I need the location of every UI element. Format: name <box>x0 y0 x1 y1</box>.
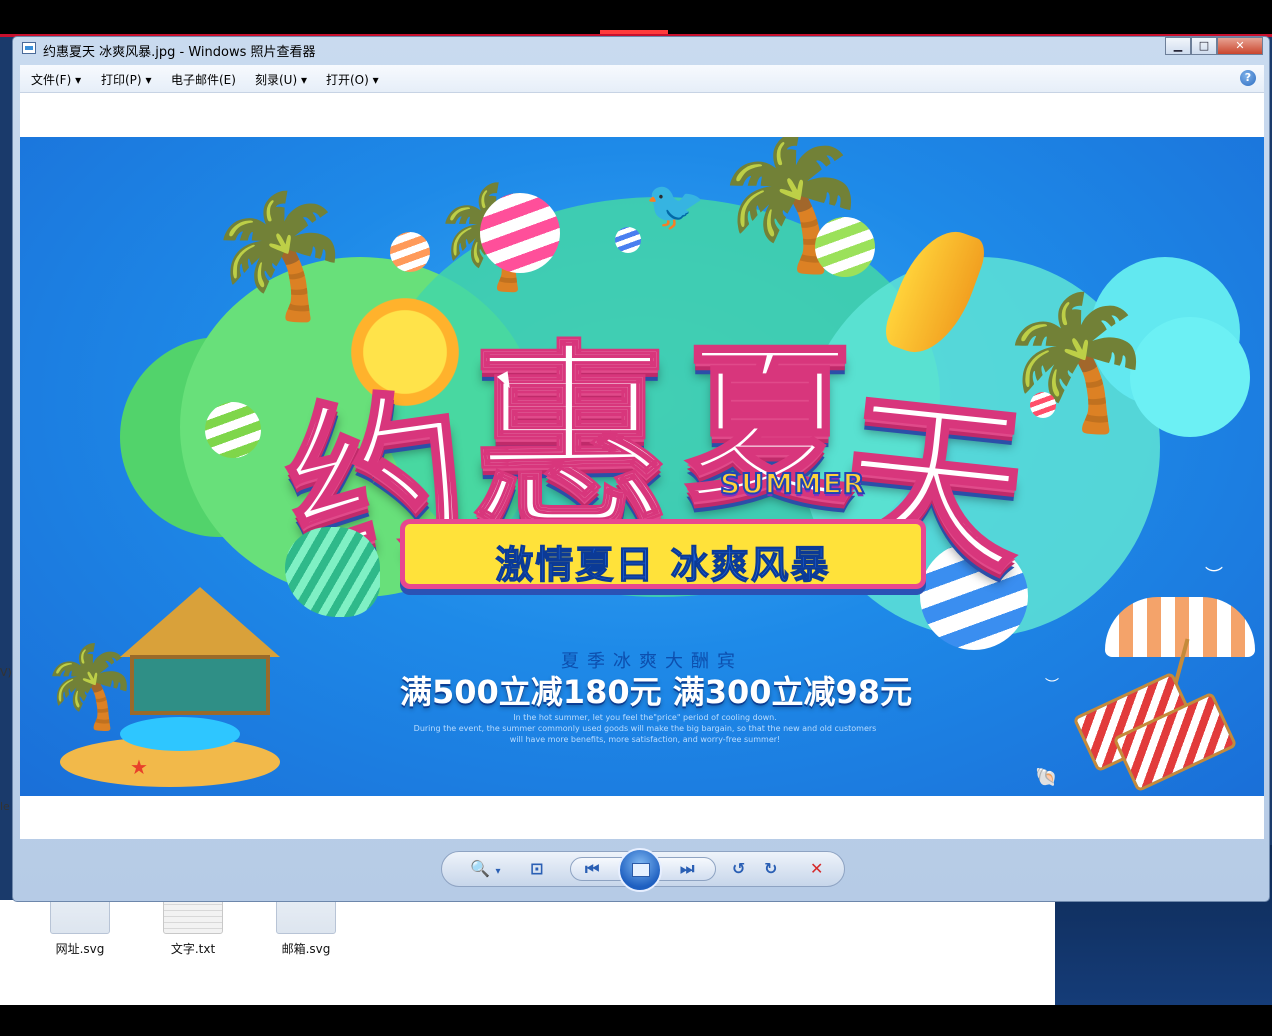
window-title: 约惠夏天 冰爽风暴.jpg - Windows 照片查看器 <box>43 45 316 60</box>
rotate-ccw-icon: ↺ <box>732 859 746 878</box>
slideshow-button[interactable] <box>618 848 662 892</box>
shell-icon: 🐚 <box>1035 767 1058 788</box>
previous-icon: ⏮ <box>585 859 600 878</box>
chevron-down-icon: ▾ <box>495 866 501 877</box>
english-line: During the event, the summer commonly us… <box>413 724 877 733</box>
english-line: will have more benefits, more satisfacti… <box>509 735 781 744</box>
next-icon: ⏭ <box>680 859 695 878</box>
english-line: In the hot summer, let you feel the"pric… <box>513 713 777 722</box>
file-name: 邮箱.svg <box>281 942 331 956</box>
promo-offer: 满500立减180元 满300立减98元 <box>400 673 913 711</box>
chevron-down-icon: ▾ <box>372 73 379 87</box>
menu-open-label: 打开(O) <box>326 73 369 87</box>
window-controls: ▁ □ ✕ <box>1165 37 1263 55</box>
image-view-area[interactable]: 🌴 🌴 🌴 🌴 🌴 约 惠 夏 天 SUMMER <box>20 93 1264 839</box>
delete-icon: ✕ <box>810 859 824 878</box>
left-edge-label-1: V) <box>0 666 12 679</box>
top-black-strip <box>0 0 1272 34</box>
beach-ball-icon <box>480 193 560 273</box>
title-bar[interactable]: 约惠夏天 冰爽风暴.jpg - Windows 照片查看器 ▁ □ ✕ <box>13 37 1269 61</box>
file-name: 文字.txt <box>170 942 216 956</box>
starfish-icon: ★ <box>130 755 148 779</box>
slogan-banner: 激情夏日 冰爽风暴 <box>400 519 926 589</box>
help-icon[interactable]: ? <box>1240 70 1256 86</box>
chevron-down-icon: ▾ <box>145 73 152 87</box>
beach-umbrella-graphic <box>1105 597 1255 657</box>
next-button[interactable]: ⏭ <box>680 861 694 877</box>
beach-ball-icon <box>205 402 261 458</box>
menu-print[interactable]: 打印(P) ▾ <box>101 71 151 88</box>
minimize-button[interactable]: ▁ <box>1165 37 1191 55</box>
poster-image: 🌴 🌴 🌴 🌴 🌴 约 惠 夏 天 SUMMER <box>20 137 1264 796</box>
menu-burn-label: 刻录(U) <box>255 73 298 87</box>
file-name: 网址.svg <box>55 942 105 956</box>
seagull-icon: ︶ <box>1205 566 1223 587</box>
close-button[interactable]: ✕ <box>1217 37 1263 55</box>
menu-open[interactable]: 打开(O) ▾ <box>326 71 379 88</box>
menu-print-label: 打印(P) <box>101 73 142 87</box>
red-marker <box>600 30 668 34</box>
viewer-toolbar: 🔍 ▾ ⊡ ⏮ ⏭ ↺ ↻ ✕ <box>441 848 845 892</box>
leaf-shape <box>285 527 380 617</box>
bird-icon: 🐦 <box>645 178 705 234</box>
photo-viewer-app-icon <box>22 42 36 54</box>
zoom-button[interactable]: 🔍 ▾ <box>470 861 501 880</box>
menu-file-label: 文件(F) <box>31 73 72 87</box>
menu-email-label: 电子邮件(E) <box>171 73 236 87</box>
photo-viewer-window: 约惠夏天 冰爽风暴.jpg - Windows 照片查看器 ▁ □ ✕ 文件(F… <box>12 36 1270 902</box>
rotate-cw-icon: ↻ <box>764 859 778 878</box>
beach-ball-icon <box>815 217 875 277</box>
menu-email[interactable]: 电子邮件(E) <box>171 71 236 88</box>
zoom-icon: 🔍 <box>470 859 490 878</box>
previous-button[interactable]: ⏮ <box>585 861 599 877</box>
menu-file[interactable]: 文件(F) ▾ <box>31 71 81 88</box>
summer-label: SUMMER <box>719 466 866 501</box>
maximize-button[interactable]: □ <box>1191 37 1217 55</box>
beach-hut-graphic: ★ <box>60 587 280 796</box>
menu-burn[interactable]: 刻录(U) ▾ <box>255 71 307 88</box>
menu-bar: 文件(F) ▾ 打印(P) ▾ 电子邮件(E) 刻录(U) ▾ 打开(O) ▾ … <box>20 65 1264 93</box>
delete-button[interactable]: ✕ <box>810 861 823 877</box>
rotate-clockwise-button[interactable]: ↻ <box>764 861 777 877</box>
beach-ball-icon <box>390 232 430 272</box>
seagull-icon: ︶ <box>1045 678 1059 694</box>
chevron-down-icon: ▾ <box>75 73 82 87</box>
chevron-down-icon: ▾ <box>300 73 308 87</box>
fit-window-button[interactable]: ⊡ <box>530 861 543 877</box>
left-edge-label-2: le <box>0 800 10 813</box>
promo-english-text: In the hot summer, let you feel the"pric… <box>410 712 880 745</box>
desktop: V) le 网址.svg 文字.txt 邮箱.svg 约惠夏天 冰爽风暴.jpg… <box>0 0 1272 1036</box>
beach-ball-icon <box>615 227 641 253</box>
bottom-black-strip <box>0 1005 1272 1036</box>
fit-window-icon: ⊡ <box>530 859 544 878</box>
slogan-text: 激情夏日 冰爽风暴 <box>495 543 831 588</box>
rotate-counterclockwise-button[interactable]: ↺ <box>732 861 745 877</box>
